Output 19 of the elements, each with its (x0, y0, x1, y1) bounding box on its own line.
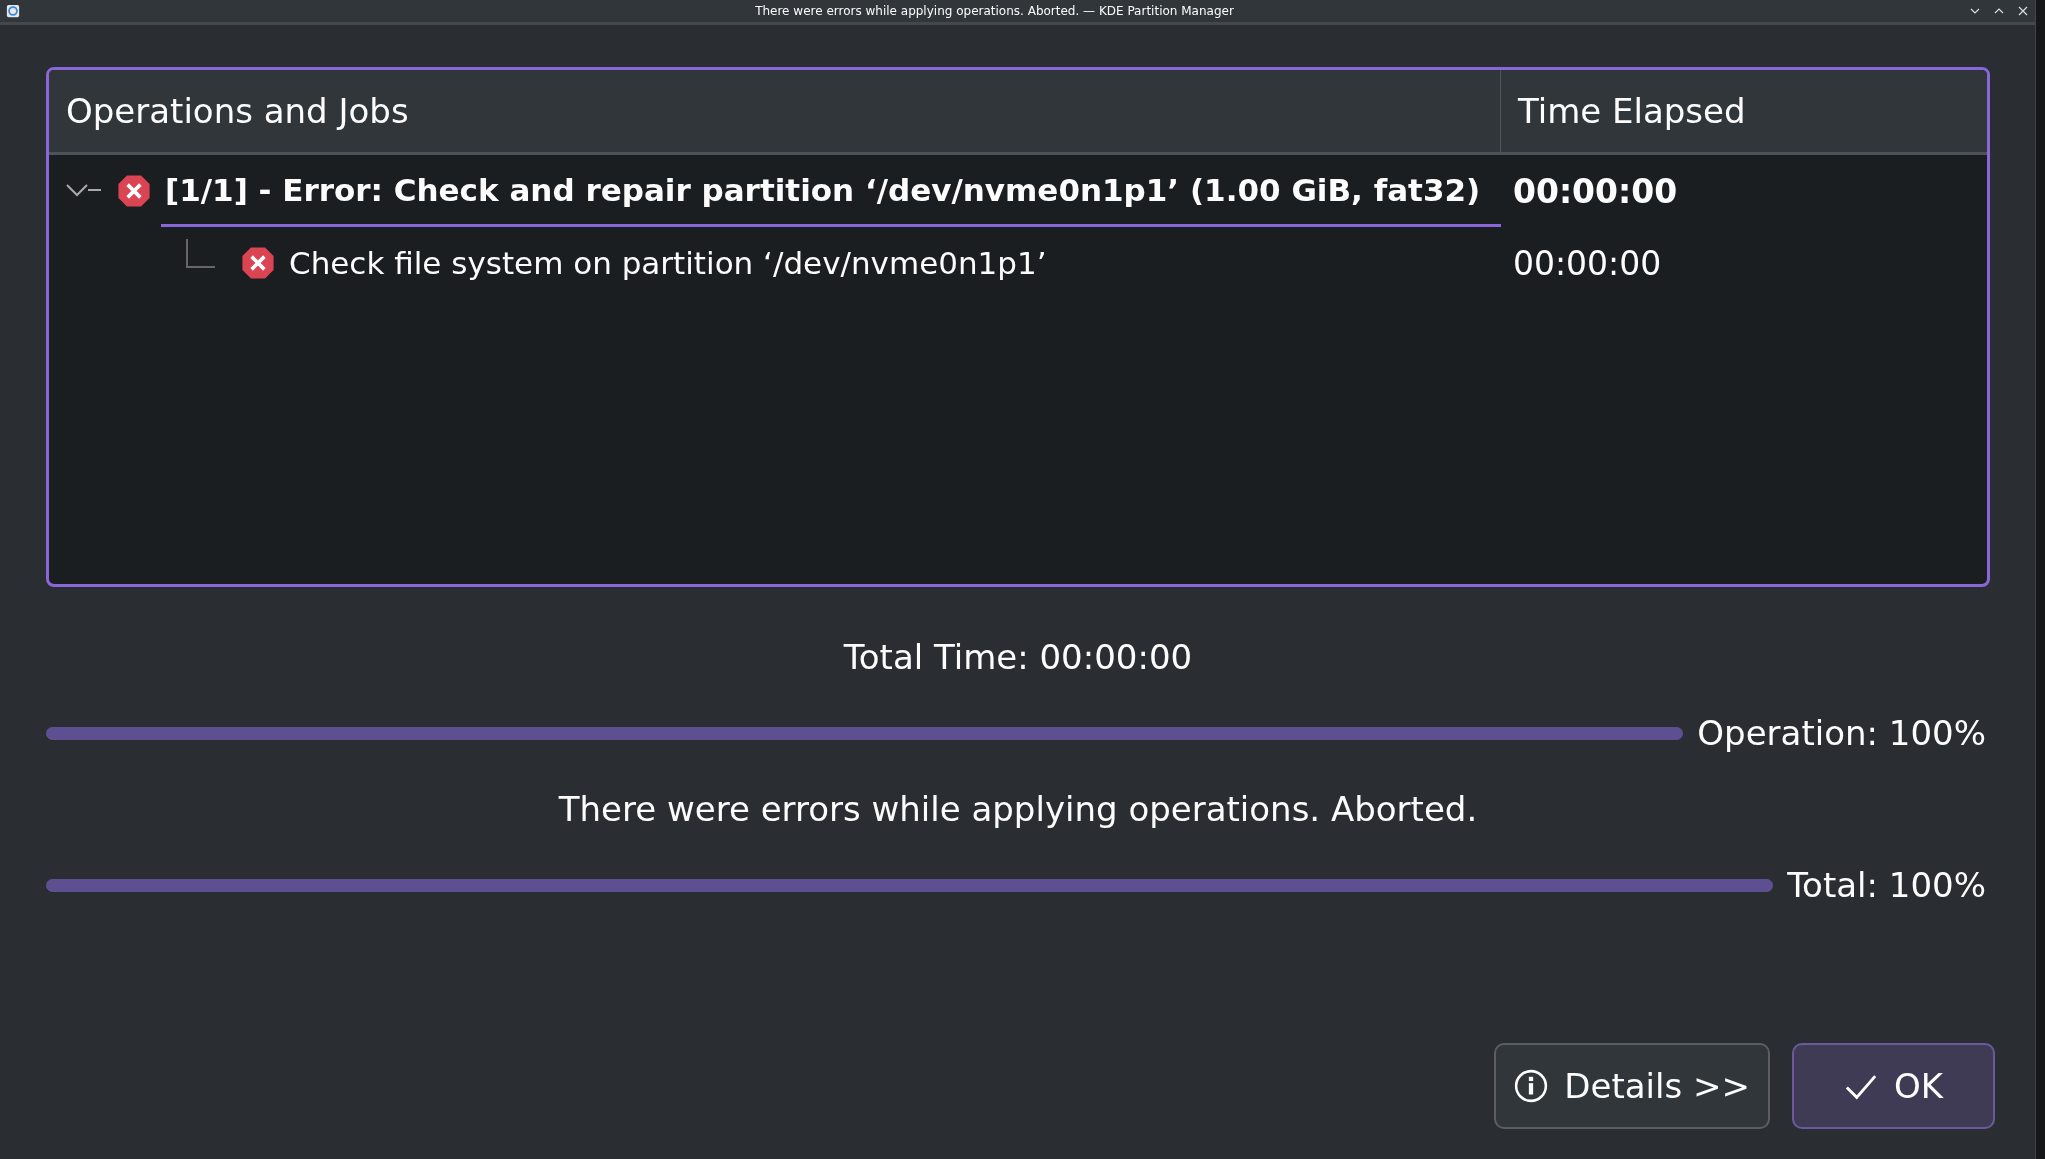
app-icon (6, 4, 20, 18)
info-icon (1514, 1069, 1549, 1103)
operation-progress-label: Operation: 100% (1697, 713, 1986, 753)
ok-button[interactable]: OK (1791, 1043, 1995, 1129)
operation-text[interactable]: Check file system on partition ‘/dev/nvme0n1p1’ (285, 227, 1501, 299)
column-header[interactable]: Time Elapsed (1501, 70, 1987, 152)
column-header[interactable]: Operations and Jobs (49, 70, 1501, 152)
time-elapsed-text: 00:00:00 (1512, 243, 1662, 283)
total-progress-label: Total: 100% (1787, 865, 1986, 905)
operation-text[interactable]: [1/1] - Error: Check and repair partition ‘/dev/nvme0n1p1’ (1.00 GiB, fat32) (161, 155, 1501, 227)
tree-branch-line (185, 239, 215, 269)
error-icon (117, 174, 151, 208)
time-elapsed-text: 00:00:00 (1512, 171, 1678, 211)
total-time-text: Total Time: 00:00:00 (842, 637, 1194, 677)
details-button[interactable]: Details >> (1494, 1043, 1770, 1129)
close-icon[interactable] (2017, 5, 2029, 17)
error-icon (241, 246, 275, 280)
window-title: There were errors while applying operations. Aborted. — KDE Partition Manager (755, 4, 1234, 18)
status-message: There were errors while applying operations. Aborted. (557, 789, 1479, 829)
